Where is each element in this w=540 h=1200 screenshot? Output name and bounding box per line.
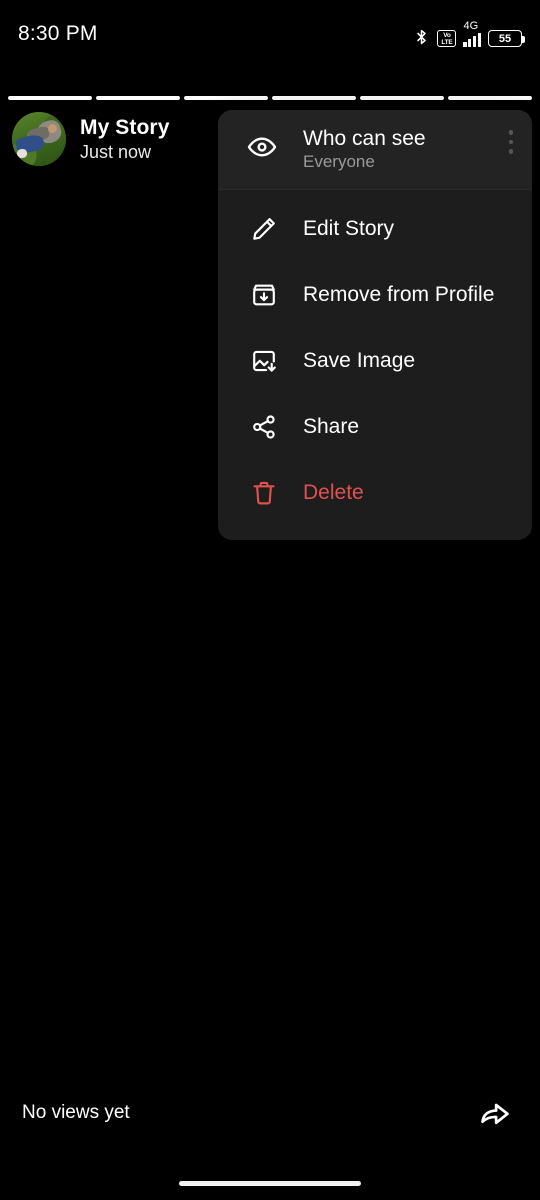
menu-item-remove-from-profile[interactable]: Remove from Profile [218, 262, 532, 328]
menu-item-delete[interactable]: Delete [218, 460, 532, 526]
who-can-see-value: Everyone [303, 152, 375, 171]
navigation-pill[interactable] [179, 1181, 361, 1186]
story-progress-fill [448, 96, 532, 100]
story-progress-segment[interactable] [96, 96, 180, 100]
volte-bottom-text: LTE [441, 38, 453, 46]
pencil-icon [247, 215, 281, 243]
avatar[interactable] [12, 112, 66, 166]
overflow-menu-icon[interactable] [498, 126, 524, 158]
menu-item-edit-story[interactable]: Edit Story [218, 196, 532, 262]
story-progress-fill [272, 96, 356, 100]
story-bottom-bar: No views yet [0, 1082, 540, 1144]
story-progress-segment[interactable] [360, 96, 444, 100]
signal-bars-icon [463, 32, 481, 47]
bluetooth-icon [413, 27, 430, 47]
avatar-head [47, 123, 57, 134]
status-icons: Vo LTE 4G 55 [413, 21, 525, 47]
forward-button[interactable] [474, 1092, 516, 1134]
story-progress-segment[interactable] [184, 96, 268, 100]
context-menu-items: Edit Story Remove from Profile Save Image S… [218, 190, 532, 540]
menu-item-label: Remove from Profile [303, 283, 495, 306]
menu-item-save-image[interactable]: Save Image [218, 328, 532, 394]
status-clock: 8:30 PM [18, 22, 98, 45]
menu-item-label: Save Image [303, 349, 416, 372]
volte-top-text: Vo [443, 31, 451, 39]
forward-arrow-icon [481, 1103, 509, 1125]
story-header: My Story Just now [12, 112, 170, 166]
story-progress-fill [184, 96, 268, 100]
archive-down-icon [247, 281, 281, 309]
story-title: My Story [80, 115, 170, 139]
network-generation-icon: 4G [463, 21, 481, 47]
overflow-dot [508, 149, 514, 154]
story-context-menu: Who can see Everyone Edit Story Remove fr… [218, 110, 532, 540]
story-progress-segment[interactable] [8, 96, 92, 100]
story-progress-fill [96, 96, 180, 100]
battery-level-text: 55 [498, 32, 512, 45]
menu-item-label: Delete [303, 481, 364, 504]
battery-icon: 55 [488, 30, 525, 47]
story-progress-segment[interactable] [272, 96, 356, 100]
menu-item-label: Share [303, 415, 360, 438]
network-generation-label: 4G [463, 20, 479, 32]
status-bar: 8:30 PM Vo LTE 4G 55 [0, 0, 540, 68]
who-can-see-text: Who can see Everyone [303, 127, 426, 172]
image-save-icon [247, 347, 281, 375]
eye-icon [247, 132, 277, 167]
menu-item-label: Edit Story [303, 217, 395, 240]
story-header-text: My Story Just now [80, 116, 170, 163]
story-progress-fill [360, 96, 444, 100]
menu-item-share[interactable]: Share [218, 394, 532, 460]
story-progress-bars [8, 96, 532, 100]
story-timestamp: Just now [80, 141, 152, 162]
who-can-see-title: Who can see [303, 127, 426, 150]
trash-icon [247, 479, 281, 507]
story-viewer-screen: 8:30 PM Vo LTE 4G 55 My Story Just now W… [0, 0, 540, 1200]
overflow-dot [508, 139, 514, 145]
story-progress-fill [8, 96, 92, 100]
story-progress-segment[interactable] [448, 96, 532, 100]
overflow-dot [508, 130, 514, 135]
views-count: No views yet [22, 1102, 130, 1123]
share-nodes-icon [247, 413, 281, 441]
volte-icon: Vo LTE [437, 30, 457, 47]
menu-item-who-can-see[interactable]: Who can see Everyone [218, 110, 532, 190]
